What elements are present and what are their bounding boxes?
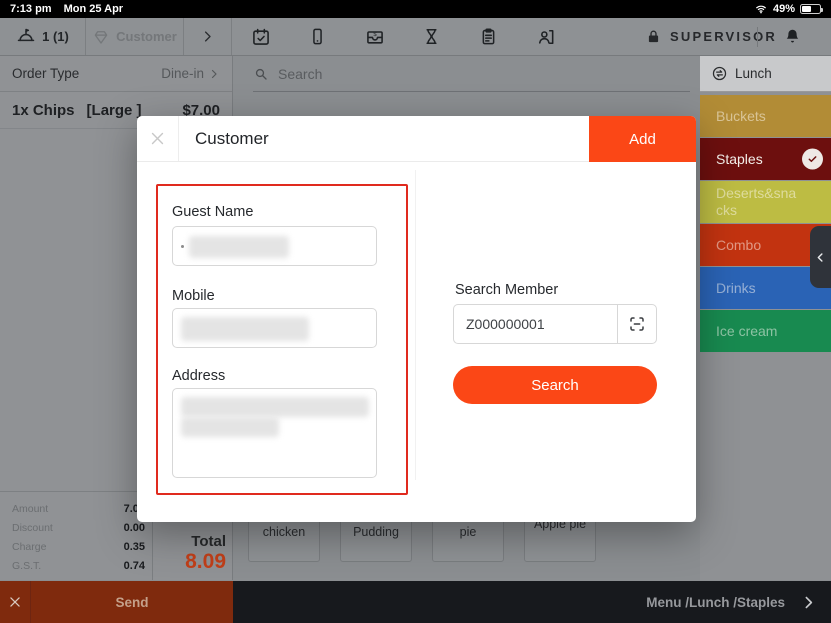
mobile-label: Mobile (172, 288, 215, 304)
dish-cloche-icon (16, 27, 36, 47)
member-search-button[interactable]: Search (453, 366, 657, 404)
guest-name-input[interactable] (172, 226, 377, 266)
member-card-icon (536, 27, 556, 47)
reports-button[interactable] (460, 18, 517, 55)
send-section: Send (0, 581, 233, 623)
search-member-label: Search Member (455, 282, 558, 298)
covers-tab[interactable]: 1 (1) (0, 18, 86, 55)
close-icon (8, 595, 22, 609)
menu-name: Lunch (735, 66, 772, 81)
redacted-text (181, 397, 369, 417)
address-label: Address (172, 368, 225, 384)
item-qty-name: 1x Chips (12, 102, 75, 119)
clear-order-button[interactable] (0, 581, 31, 623)
current-user: SUPERVISOR (670, 29, 777, 44)
notifications-button[interactable] (772, 18, 812, 55)
search-icon (253, 66, 269, 82)
battery-icon (800, 4, 821, 14)
send-button[interactable]: Send (31, 581, 233, 623)
hourglass-icon (422, 27, 441, 46)
modal-header: Customer Add (137, 116, 696, 162)
customer-modal: Customer Add Guest Name Mobile Address S… (137, 116, 696, 522)
menu-search-input[interactable]: Search (233, 56, 700, 92)
customer-tab[interactable]: Customer (86, 18, 184, 55)
reservations-button[interactable] (232, 18, 289, 55)
device-button[interactable] (289, 18, 346, 55)
scan-icon (628, 315, 646, 333)
mobile-input[interactable] (172, 308, 377, 348)
bell-icon (783, 27, 802, 46)
top-toolbar: 1 (1) Customer $ SUPERVISOR (0, 18, 831, 56)
check-icon (807, 154, 818, 165)
order-type-label: Order Type (12, 66, 79, 81)
item-modifier: [Large ] (87, 102, 142, 119)
add-customer-button[interactable]: Add (589, 116, 696, 162)
category-ice-cream[interactable]: Ice cream (700, 310, 831, 352)
battery-percent: 49% (773, 3, 795, 15)
toolbar-divider (757, 27, 758, 47)
close-icon (149, 130, 166, 147)
grand-total-label: Total (191, 533, 226, 550)
cash-drawer-button[interactable]: $ (346, 18, 403, 55)
cash-drawer-icon: $ (365, 27, 385, 47)
customer-tab-label: Customer (116, 29, 177, 44)
lock-icon (645, 28, 662, 45)
switch-menu-icon (711, 65, 728, 82)
selected-check-badge (802, 149, 823, 170)
chevron-left-icon (814, 251, 827, 264)
total-row-charge: Charge0.35 (0, 537, 152, 556)
calendar-check-icon (251, 27, 271, 47)
guest-name-label: Guest Name (172, 204, 253, 220)
date: Mon 25 Apr (64, 3, 124, 15)
order-type-selector[interactable]: Order Type Dine-in (0, 56, 232, 92)
breadcrumb-next-button[interactable] (800, 581, 817, 623)
redacted-text (181, 245, 184, 248)
category-staples[interactable]: Staples (700, 138, 831, 180)
total-row-amount: Amount7.00 (0, 499, 152, 518)
chevron-right-icon (800, 594, 817, 611)
grand-total-value: 8.09 (185, 550, 226, 574)
modal-column-divider (415, 170, 416, 480)
member-id-input[interactable] (453, 304, 617, 344)
search-placeholder: Search (278, 66, 322, 82)
chevron-right-icon (200, 29, 215, 44)
category-buckets[interactable]: Buckets (700, 95, 831, 137)
sidebar-collapse-handle[interactable] (810, 226, 831, 288)
pending-orders-button[interactable] (403, 18, 460, 55)
address-input[interactable] (172, 388, 377, 478)
pos-screen: 7:13 pm Mon 25 Apr 49% 1 (1) Customer $ (0, 0, 831, 623)
chevron-right-icon (208, 68, 220, 80)
total-row-gst: G.S.T.0.74 (0, 556, 152, 575)
menu-selector[interactable]: Lunch (700, 56, 831, 92)
modal-close-button[interactable] (137, 116, 179, 161)
modal-title: Customer (195, 129, 269, 149)
clock: 7:13 pm (10, 3, 52, 15)
bottom-bar: Send Menu /Lunch /Staples (0, 581, 831, 623)
phone-icon (308, 27, 327, 46)
redacted-text (181, 317, 309, 341)
clipboard-icon (479, 27, 498, 46)
member-button[interactable] (517, 18, 574, 55)
gem-icon (92, 28, 110, 46)
redacted-text (189, 236, 289, 258)
breadcrumb: Menu /Lunch /Staples (646, 581, 785, 623)
redacted-text (181, 417, 279, 437)
status-bar: 7:13 pm Mon 25 Apr 49% (0, 0, 831, 18)
total-row-discount: Discount0.00 (0, 518, 152, 537)
expand-tabs-button[interactable] (184, 18, 232, 55)
covers-count: 1 (1) (42, 29, 69, 44)
category-deserts-snacks[interactable]: Deserts&snacks (700, 181, 831, 223)
scan-member-button[interactable] (617, 304, 657, 344)
wifi-icon (754, 3, 768, 15)
category-sidebar: Lunch Buckets Staples Deserts&snacks Com… (700, 56, 831, 580)
order-type-value: Dine-in (161, 66, 204, 81)
